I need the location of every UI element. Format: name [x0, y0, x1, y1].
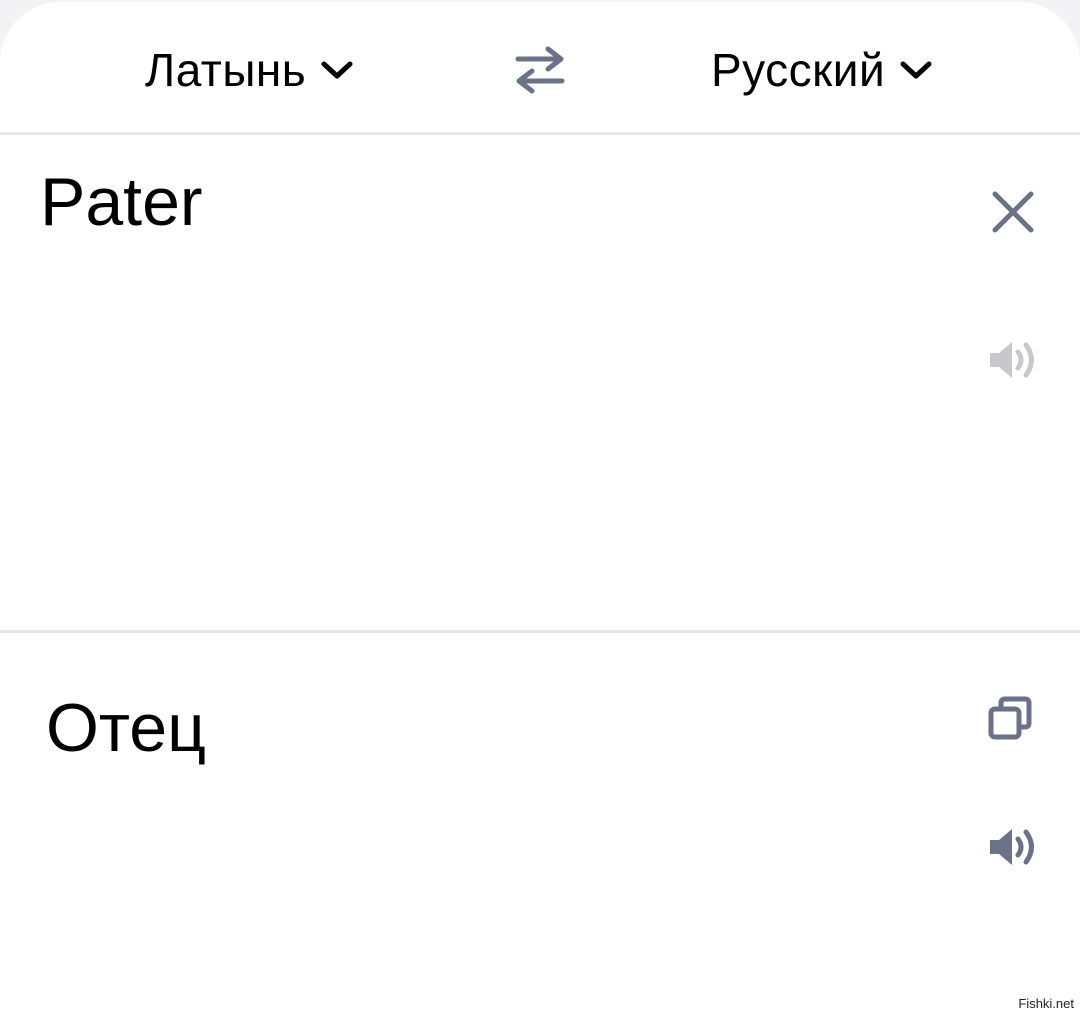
chevron-down-icon [900, 61, 932, 79]
target-language-selector[interactable]: Русский [711, 40, 933, 100]
result-divider [0, 630, 1080, 633]
source-language-label: Латынь [145, 44, 307, 96]
swap-arrows-icon[interactable] [512, 46, 568, 94]
source-text-input[interactable]: Pater [40, 160, 203, 244]
translation-result: Отец [46, 690, 207, 766]
chevron-down-icon [321, 61, 353, 79]
language-bar: Латынь Русский [0, 2, 1080, 132]
header-divider [0, 132, 1080, 135]
copy-icon[interactable] [988, 696, 1034, 742]
watermark: Fishki.net [1018, 996, 1074, 1011]
translator-app: Латынь Русский Pater Отец [0, 2, 1080, 1015]
source-language-selector[interactable]: Латынь [145, 40, 354, 100]
speaker-icon[interactable] [988, 338, 1040, 382]
speaker-icon[interactable] [988, 825, 1040, 869]
target-language-label: Русский [711, 44, 886, 96]
close-icon[interactable] [990, 189, 1036, 235]
